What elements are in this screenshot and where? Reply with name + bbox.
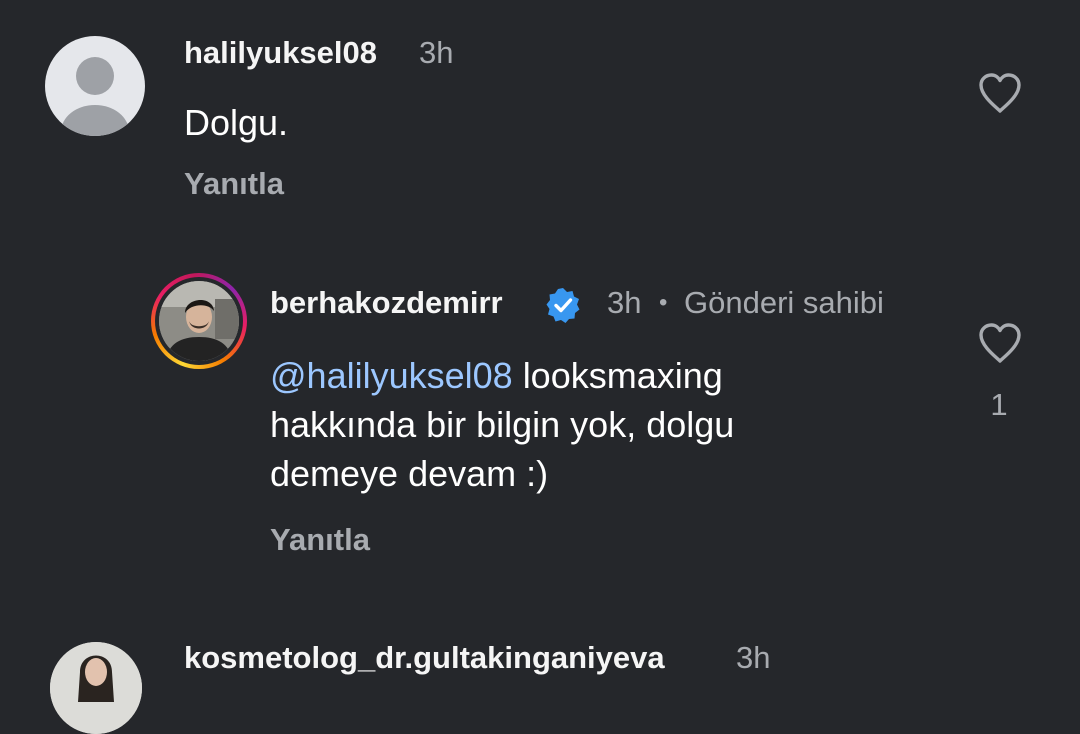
comment-time: 3h (419, 35, 454, 70)
avatar[interactable] (50, 642, 142, 734)
heart-outline-icon[interactable] (977, 322, 1023, 364)
comment-username[interactable]: berhakozdemirr (270, 285, 503, 321)
meta-separator: • (659, 289, 668, 316)
comment-text-line: hakkında bir bilgin yok, dolgu (270, 404, 735, 445)
comment-username[interactable]: halilyuksel08 (184, 35, 377, 71)
verified-badge-icon (544, 286, 582, 324)
default-avatar-icon (61, 57, 129, 136)
owner-avatar-photo (159, 281, 239, 361)
like-count[interactable]: 1 (977, 387, 1021, 423)
avatar-default[interactable] (45, 36, 145, 136)
comment-time: 3h (607, 285, 642, 320)
comment-text: Dolgu. (184, 102, 289, 143)
comment-username[interactable]: kosmetolog_dr.gultakinganiyeva (184, 640, 665, 676)
heart-outline-icon[interactable] (977, 72, 1023, 114)
comment-text-segment: looksmaxing (522, 355, 723, 396)
reply-button[interactable]: Yanıtla (270, 522, 370, 558)
comment-text-line: demeye devam :) (270, 453, 549, 494)
comment-time: 3h (736, 640, 771, 675)
profile-photo (50, 642, 142, 734)
reply-button[interactable]: Yanıtla (184, 166, 284, 202)
avatar-story-ring[interactable] (151, 273, 247, 369)
comment-text-line: @halilyuksel08 looksmaxing (270, 351, 723, 400)
mention-link[interactable]: @halilyuksel08 (270, 355, 513, 396)
owner-label: Gönderi sahibi (684, 285, 884, 320)
